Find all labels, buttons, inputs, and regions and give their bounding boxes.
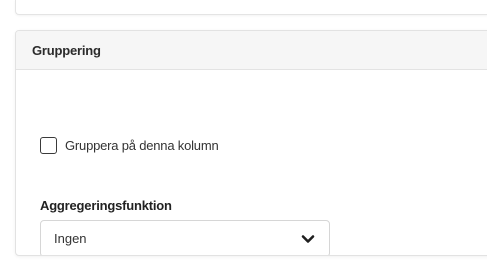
panel-header: Gruppering bbox=[16, 31, 487, 70]
chevron-down-icon bbox=[301, 234, 315, 244]
group-by-column-checkbox[interactable] bbox=[40, 137, 57, 154]
group-by-column-option[interactable]: Gruppera på denna kolumn bbox=[40, 137, 219, 154]
grouping-panel: Gruppering Gruppera på denna kolumn Aggr… bbox=[15, 30, 487, 256]
previous-panel-edge bbox=[15, 0, 487, 15]
group-by-column-label: Gruppera på denna kolumn bbox=[65, 138, 219, 153]
panel-title: Gruppering bbox=[32, 42, 101, 58]
aggregation-function-select[interactable]: Ingen bbox=[40, 220, 330, 255]
aggregation-function-label: Aggregeringsfunktion bbox=[40, 198, 172, 213]
aggregation-function-value: Ingen bbox=[54, 231, 87, 246]
